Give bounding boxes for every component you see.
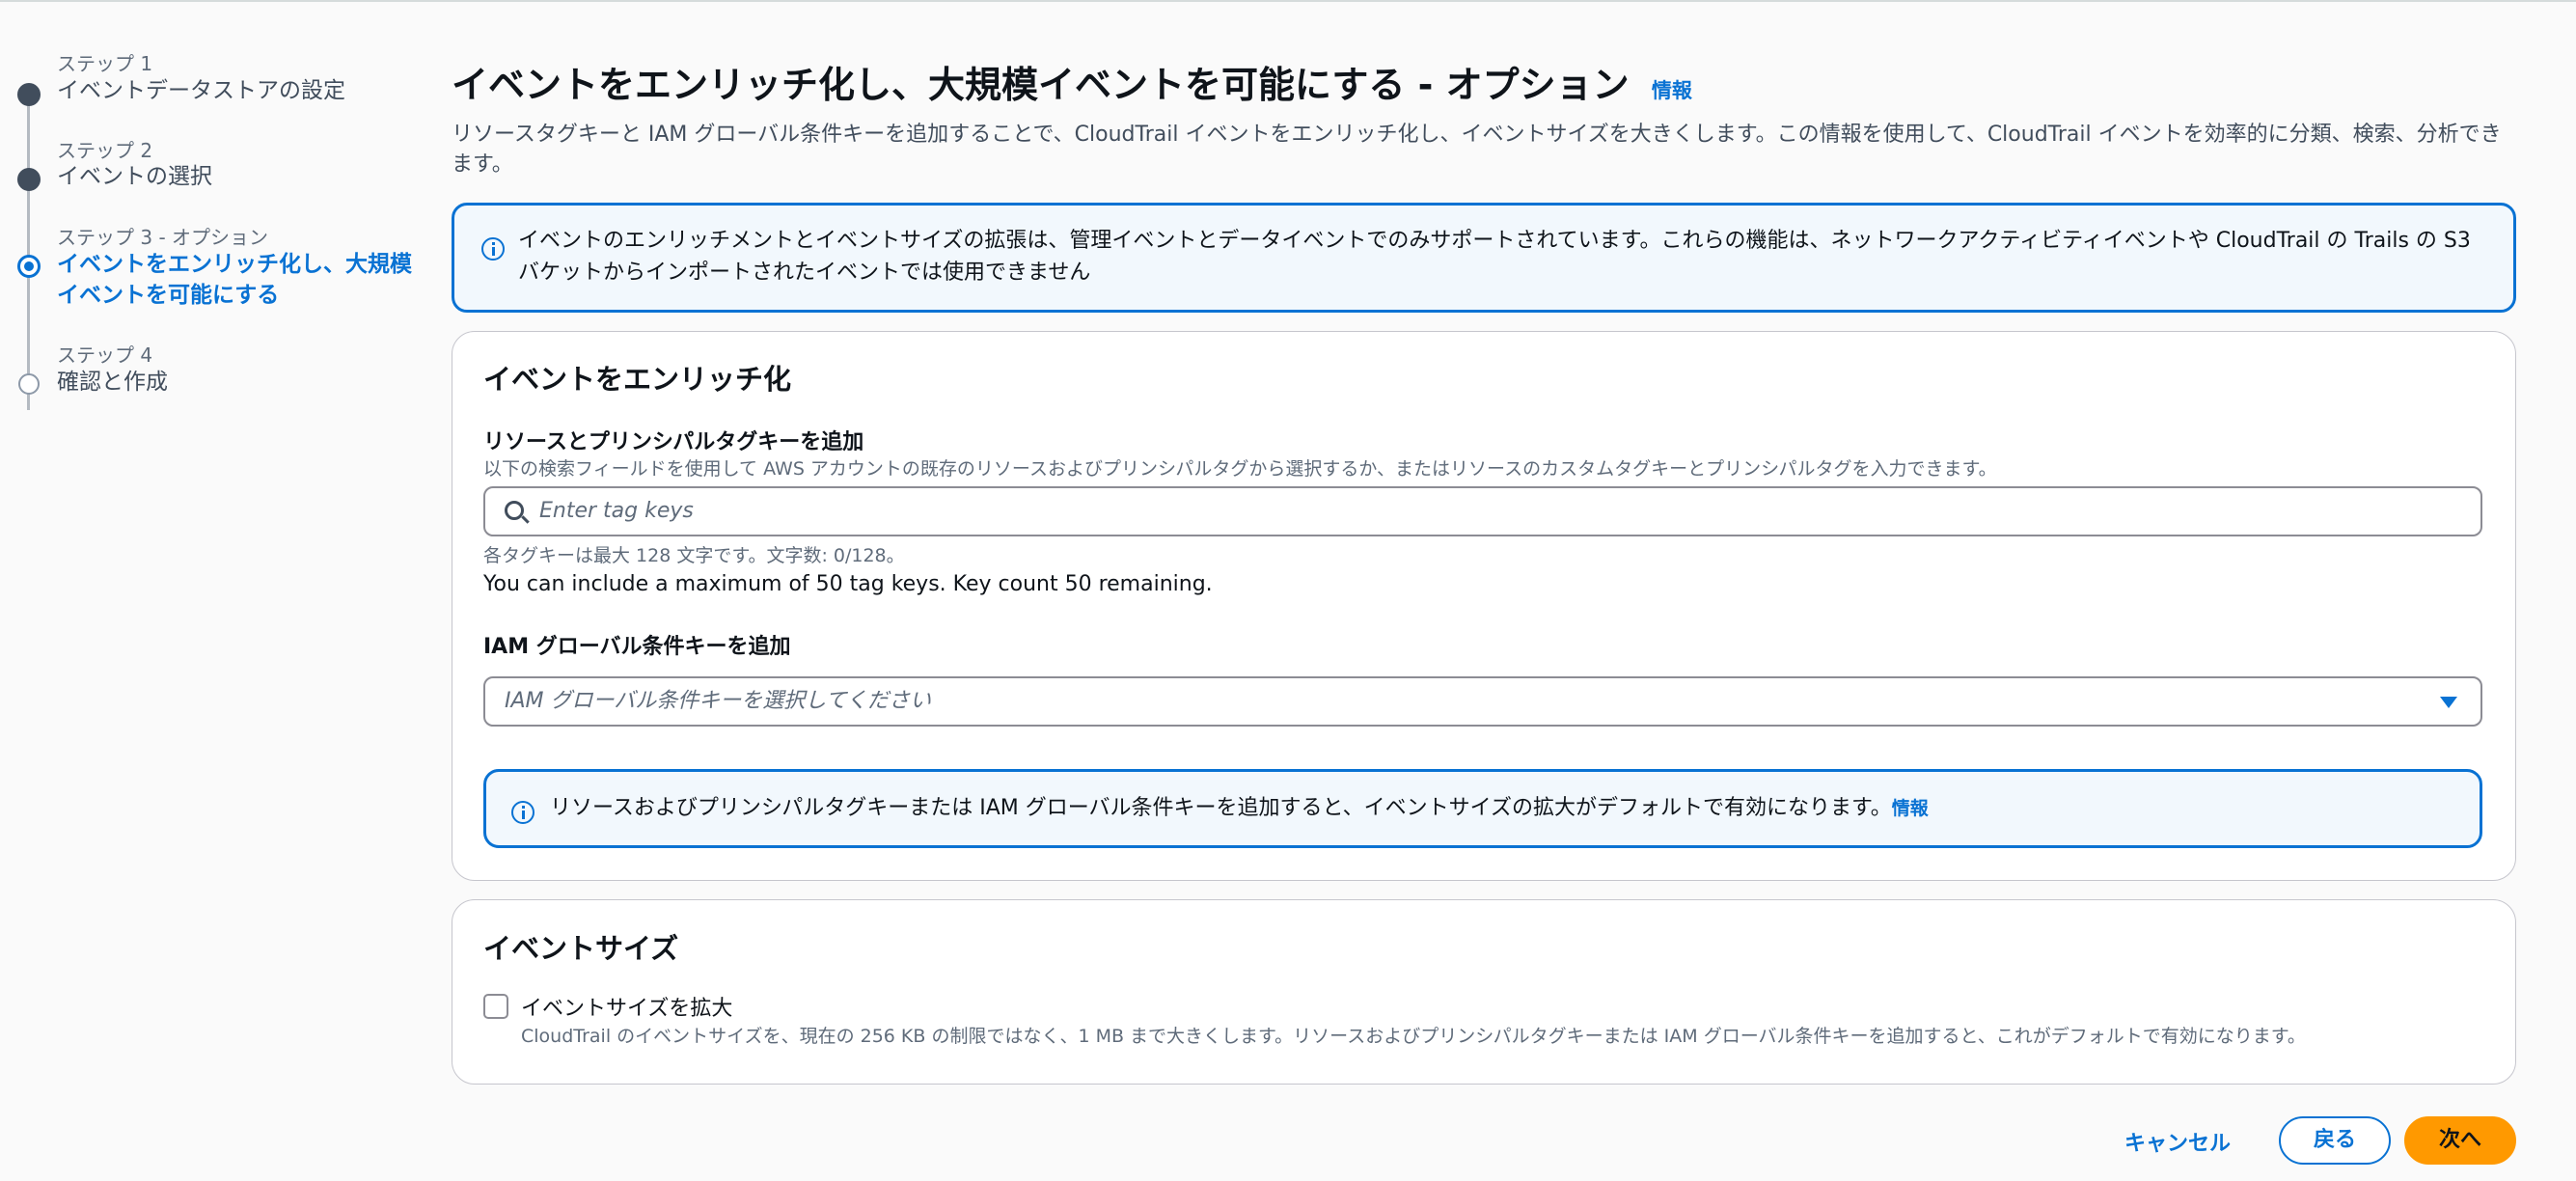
step-3-title-line2: イベントを可能にする xyxy=(57,283,280,308)
info-link[interactable]: 情報 xyxy=(1652,79,1692,102)
tag-keys-label: リソースとプリンシパルタグキーを追加 xyxy=(483,430,864,454)
caret-down-icon xyxy=(2440,697,2457,708)
main-content: イベントをエンリッチ化し、大規模イベントを可能にする - オプション 情報 リソ… xyxy=(452,58,2516,179)
page-description: リソースタグキーと IAM グローバル条件キーを追加することで、CloudTra… xyxy=(452,123,2502,177)
search-icon xyxy=(505,501,524,520)
inner-alert-info-link[interactable]: 情報 xyxy=(1892,798,1929,819)
alert-text: イベントのエンリッチメントとイベントサイズの拡張は、管理イベントとデータイベント… xyxy=(518,225,2496,288)
card-title: イベントをエンリッチ化 xyxy=(483,363,792,396)
event-size-card: イベントサイズ イベントサイズを拡大 CloudTrail のイベントサイズを、… xyxy=(452,899,2516,1085)
wizard-stepper: ステップ 1 イベントデータストアの設定 ステップ 2 イベントの選択 ステップ… xyxy=(0,39,425,425)
tag-keys-search-input[interactable]: Enter tag keys xyxy=(483,486,2482,536)
tag-keys-description: 以下の検索フィールドを使用して AWS アカウントの既存のリソースおよびプリンシ… xyxy=(483,458,1997,480)
cancel-button[interactable]: キャンセル xyxy=(2124,1126,2231,1157)
support-info-alert: イベントのエンリッチメントとイベントサイズの拡張は、管理イベントとデータイベント… xyxy=(452,203,2516,313)
step-3-title-line1: イベントをエンリッチ化し、大規模 xyxy=(57,252,412,277)
next-button[interactable]: 次へ xyxy=(2404,1116,2516,1165)
step-2-number: ステップ 2 xyxy=(57,139,153,162)
tag-keys-placeholder: Enter tag keys xyxy=(539,499,694,523)
card-title: イベントサイズ xyxy=(483,932,679,965)
info-icon xyxy=(511,801,534,824)
iam-keys-placeholder: IAM グローバル条件キーを選択してください xyxy=(505,689,931,713)
size-default-info-alert: リソースおよびプリンシパルタグキーまたは IAM グローバル条件キーを追加すると… xyxy=(483,769,2482,848)
step-1-title[interactable]: イベントデータストアの設定 xyxy=(57,75,345,106)
page-title: イベントをエンリッチ化し、大規模イベントを可能にする - オプション 情報 xyxy=(452,58,2516,118)
tag-keys-count: You can include a maximum of 50 tag keys… xyxy=(483,572,1213,596)
step-4-title: 確認と作成 xyxy=(57,370,168,395)
top-divider xyxy=(0,0,2576,2)
inner-alert-message: リソースおよびプリンシパルタグキーまたは IAM グローバル条件キーを追加すると… xyxy=(550,796,1892,820)
step-4-dot xyxy=(18,373,40,395)
step-2-dot xyxy=(17,168,41,191)
step-3-number: ステップ 3 - オプション xyxy=(57,226,269,249)
alert-line-1: イベントのエンリッチメントとイベントサイズの拡張は、管理イベントとデータイベント… xyxy=(518,229,2471,253)
expand-event-size-checkbox[interactable] xyxy=(483,994,508,1019)
info-icon xyxy=(481,237,505,261)
alert-line-2: バケットからインポートされたイベントでは使用できません xyxy=(518,261,1091,285)
inner-alert-text: リソースおよびプリンシパルタグキーまたは IAM グローバル条件キーを追加すると… xyxy=(550,792,2460,825)
step-1-dot xyxy=(17,83,41,106)
checkbox-label[interactable]: イベントサイズを拡大 xyxy=(521,991,732,1022)
step-4-number: ステップ 4 xyxy=(57,343,153,367)
step-1-number: ステップ 1 xyxy=(57,52,153,75)
checkbox-description: CloudTrail のイベントサイズを、現在の 256 KB の制限ではなく、… xyxy=(521,1026,2306,1047)
iam-keys-select[interactable]: IAM グローバル条件キーを選択してください xyxy=(483,676,2482,727)
back-button[interactable]: 戻る xyxy=(2279,1116,2391,1165)
tag-keys-char-hint: 各タグキーは最大 128 文字です。文字数: 0/128。 xyxy=(483,545,905,566)
step-2-title[interactable]: イベントの選択 xyxy=(57,161,212,192)
page-title-text: イベントをエンリッチ化し、大規模イベントを可能にする - オプション xyxy=(452,64,1630,106)
enrich-events-card: イベントをエンリッチ化 リソースとプリンシパルタグキーを追加 以下の検索フィール… xyxy=(452,331,2516,881)
iam-keys-label: IAM グローバル条件キーを追加 xyxy=(483,635,791,659)
step-3-dot xyxy=(17,255,41,278)
